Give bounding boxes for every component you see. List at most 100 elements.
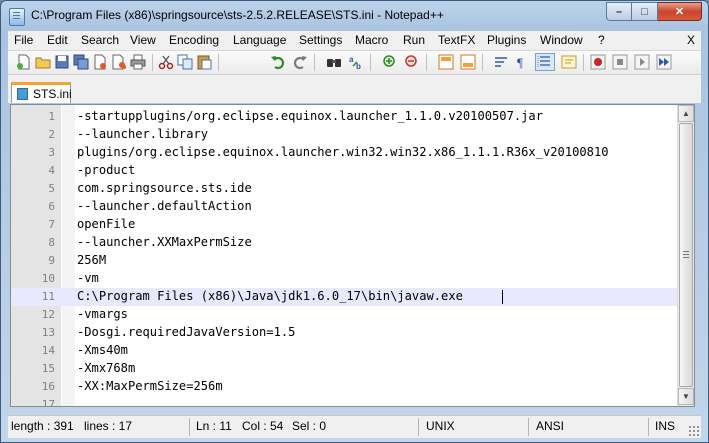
text-editor[interactable]: 1 -startupplugins/org.eclipse.equinox.lau… [10, 104, 695, 407]
cut-glyph [158, 55, 174, 70]
editor-line[interactable]: 4 -product [11, 162, 679, 180]
line-number: 12 [41, 308, 55, 321]
find-icon[interactable] [326, 54, 342, 70]
editor-line[interactable]: 3 plugins/org.eclipse.equinox.launcher.wi… [11, 144, 679, 162]
editor-line[interactable]: 17 [11, 396, 679, 406]
scroll-down-button[interactable]: ▼ [678, 388, 694, 405]
close-document-button[interactable]: X [687, 33, 695, 47]
close-window-button[interactable]: ✕ [658, 2, 702, 21]
play-macro-icon[interactable] [634, 54, 650, 70]
indent-guide-icon[interactable] [535, 53, 555, 71]
zoom-out-glyph [405, 55, 417, 67]
arrow-up-icon: ▲ [682, 109, 690, 118]
menu-run[interactable]: Run [403, 33, 425, 47]
close-file-glyph [94, 54, 106, 70]
menu-settings[interactable]: Settings [299, 33, 342, 47]
sync-vertical-icon[interactable] [438, 54, 454, 70]
play-macro-multiple-icon[interactable] [656, 54, 672, 70]
record-macro-icon[interactable] [590, 54, 606, 70]
find-glyph [327, 59, 341, 67]
scrollbar-thumb[interactable] [679, 123, 693, 387]
line-text[interactable]: openFile [77, 217, 135, 231]
stop-record-glyph [612, 54, 628, 70]
line-text[interactable]: -vm [77, 271, 99, 285]
editor-line[interactable]: 14 -Xms40m [11, 342, 679, 360]
new-file-icon[interactable] [16, 54, 32, 70]
print-icon[interactable] [130, 54, 146, 70]
menu-window[interactable]: Window [540, 33, 583, 47]
editor-line[interactable]: 12 -vmargs [11, 306, 679, 324]
menu-textfx[interactable]: TextFX [438, 33, 475, 47]
editor-line[interactable]: 2 --launcher.library [11, 126, 679, 144]
editor-line[interactable]: 11 C:\Program Files (x86)\Java\jdk1.6.0_1… [11, 288, 679, 306]
line-text[interactable]: 256M [77, 253, 106, 267]
status-column: Col : 54 [242, 419, 284, 433]
close-all-icon[interactable] [111, 54, 127, 70]
editor-line[interactable]: 6 --launcher.defaultAction [11, 198, 679, 216]
close-file-icon[interactable] [92, 54, 108, 70]
line-text[interactable]: --launcher.library [77, 127, 208, 141]
menu-edit[interactable]: Edit [47, 33, 68, 47]
menu-view[interactable]: View [130, 33, 156, 47]
undo-icon[interactable] [270, 54, 286, 70]
title-bar[interactable]: C:\Program Files (x86)\springsource\sts-… [1, 1, 708, 31]
stop-record-icon[interactable] [612, 54, 628, 70]
menu-language[interactable]: Language [233, 33, 286, 47]
word-wrap-icon[interactable] [493, 54, 509, 70]
save-icon[interactable] [54, 54, 70, 70]
line-text[interactable]: -startupplugins/org.eclipse.equinox.laun… [77, 109, 543, 123]
editor-line[interactable]: 8 --launcher.XXMaxPermSize [11, 234, 679, 252]
line-text[interactable]: plugins/org.eclipse.equinox.launcher.win… [77, 145, 609, 159]
line-number: 14 [41, 344, 55, 357]
line-text[interactable]: -Dosgi.requiredJavaVersion=1.5 [77, 325, 295, 339]
editor-line[interactable]: 13 -Dosgi.requiredJavaVersion=1.5 [11, 324, 679, 342]
undo-glyph [271, 56, 285, 70]
line-text[interactable]: --launcher.XXMaxPermSize [77, 235, 252, 249]
paste-icon[interactable] [196, 54, 212, 70]
editor-line[interactable]: 1 -startupplugins/org.eclipse.equinox.lau… [11, 108, 679, 126]
vertical-scrollbar[interactable]: ▲ ▼ [677, 105, 694, 406]
copy-icon[interactable] [177, 54, 193, 70]
menu-file[interactable]: File [14, 33, 33, 47]
replace-icon[interactable]: ab [348, 54, 364, 71]
line-text[interactable]: C:\Program Files (x86)\Java\jdk1.6.0_17\… [77, 289, 463, 303]
line-text[interactable]: com.springsource.sts.ide [77, 181, 252, 195]
redo-icon[interactable] [292, 54, 308, 70]
minimize-button[interactable]: – [606, 2, 632, 21]
show-all-chars-icon[interactable]: ¶ [514, 54, 530, 70]
line-text[interactable]: -vmargs [77, 307, 128, 321]
zoom-in-icon[interactable] [382, 54, 398, 70]
editor-line[interactable]: 9 256M [11, 252, 679, 270]
resize-grip[interactable] [688, 425, 699, 436]
open-file-icon[interactable] [35, 54, 51, 70]
menu-macro[interactable]: Macro [355, 33, 388, 47]
menu-search[interactable]: Search [81, 33, 119, 47]
maximize-button[interactable]: □ [632, 2, 658, 21]
line-text[interactable]: -XX:MaxPermSize=256m [77, 379, 223, 393]
editor-line[interactable]: 16 -XX:MaxPermSize=256m [11, 378, 679, 396]
editor-line[interactable]: 7 openFile [11, 216, 679, 234]
play-macro-multiple-glyph [656, 54, 672, 70]
notepadpp-app-icon[interactable] [9, 8, 25, 26]
open-file-glyph [35, 57, 51, 69]
line-text[interactable]: -Xms40m [77, 343, 128, 357]
user-lang-icon[interactable] [561, 54, 577, 70]
sync-horizontal-icon[interactable] [460, 54, 476, 70]
tab-sts-ini[interactable]: STS.ini [11, 82, 72, 103]
redo-glyph [293, 56, 307, 70]
line-text[interactable]: -product [77, 163, 135, 177]
menu-plugins[interactable]: Plugins [487, 33, 526, 47]
editor-line[interactable]: 10 -vm [11, 270, 679, 288]
menu-encoding[interactable]: Encoding [169, 33, 219, 47]
zoom-out-icon[interactable] [404, 54, 420, 70]
line-text[interactable]: --launcher.defaultAction [77, 199, 252, 213]
line-number: 15 [41, 362, 55, 375]
scroll-up-button[interactable]: ▲ [678, 105, 694, 122]
line-text[interactable]: -Xmx768m [77, 361, 135, 375]
zoom-in-glyph [383, 55, 395, 67]
editor-line[interactable]: 5 com.springsource.sts.ide [11, 180, 679, 198]
menu-help[interactable]: ? [598, 33, 605, 47]
cut-icon[interactable] [158, 54, 174, 70]
save-all-icon[interactable] [73, 54, 89, 70]
editor-line[interactable]: 15 -Xmx768m [11, 360, 679, 378]
